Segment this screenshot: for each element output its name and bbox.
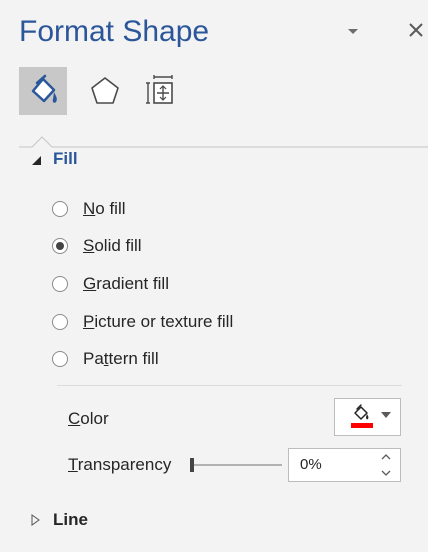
fill-line-icon <box>31 74 57 103</box>
radio-label: Picture or texture fill <box>83 312 234 331</box>
transparency-slider[interactable] <box>190 456 286 474</box>
paint-bucket-icon <box>351 404 391 428</box>
radio-label: Solid fill <box>83 236 142 255</box>
radio-label: Pattern fill <box>83 349 159 368</box>
radio-button <box>52 351 68 367</box>
spin-down-button[interactable] <box>378 466 394 480</box>
radio-button <box>52 314 68 330</box>
transparency-label: Transparency <box>68 455 172 474</box>
radio-button <box>52 201 68 217</box>
fill-color-picker-button[interactable] <box>334 398 401 436</box>
tab-effects[interactable] <box>81 67 129 115</box>
section-divider <box>57 385 402 386</box>
transparency-value[interactable]: 0% <box>300 455 322 475</box>
radio-gradient-fill[interactable]: Gradient fill <box>52 270 169 298</box>
tab-divider <box>19 136 428 148</box>
radio-pattern-fill[interactable]: Pattern fill <box>52 345 159 373</box>
fill-section-label: Fill <box>53 149 78 168</box>
radio-button <box>52 238 68 254</box>
radio-label: Gradient fill <box>83 274 169 293</box>
close-icon <box>409 23 423 37</box>
radio-button <box>52 276 68 292</box>
tab-size-properties[interactable] <box>138 67 186 115</box>
chevron-down-icon <box>381 412 391 418</box>
tab-fill-line[interactable] <box>19 67 67 115</box>
close-button[interactable] <box>405 16 427 44</box>
size-properties-icon <box>146 75 173 104</box>
chevron-down-icon <box>348 29 358 34</box>
color-label: Color <box>68 409 109 428</box>
radio-picture-texture-fill[interactable]: Picture or texture fill <box>52 308 233 336</box>
line-section-label: Line <box>53 510 88 529</box>
radio-no-fill[interactable]: No fill <box>52 195 126 223</box>
slider-thumb <box>190 458 194 472</box>
color-swatch <box>351 423 373 428</box>
collapsed-triangle-icon <box>31 514 40 526</box>
radio-label: No fill <box>83 199 126 218</box>
pentagon-icon <box>91 77 119 104</box>
pane-title: Format Shape <box>19 15 210 48</box>
expanded-triangle-icon <box>32 156 41 165</box>
radio-selected-dot <box>56 242 64 250</box>
radio-solid-fill[interactable]: Solid fill <box>52 232 142 260</box>
spin-up-button[interactable] <box>378 450 394 464</box>
pane-options-dropdown[interactable] <box>344 22 362 40</box>
